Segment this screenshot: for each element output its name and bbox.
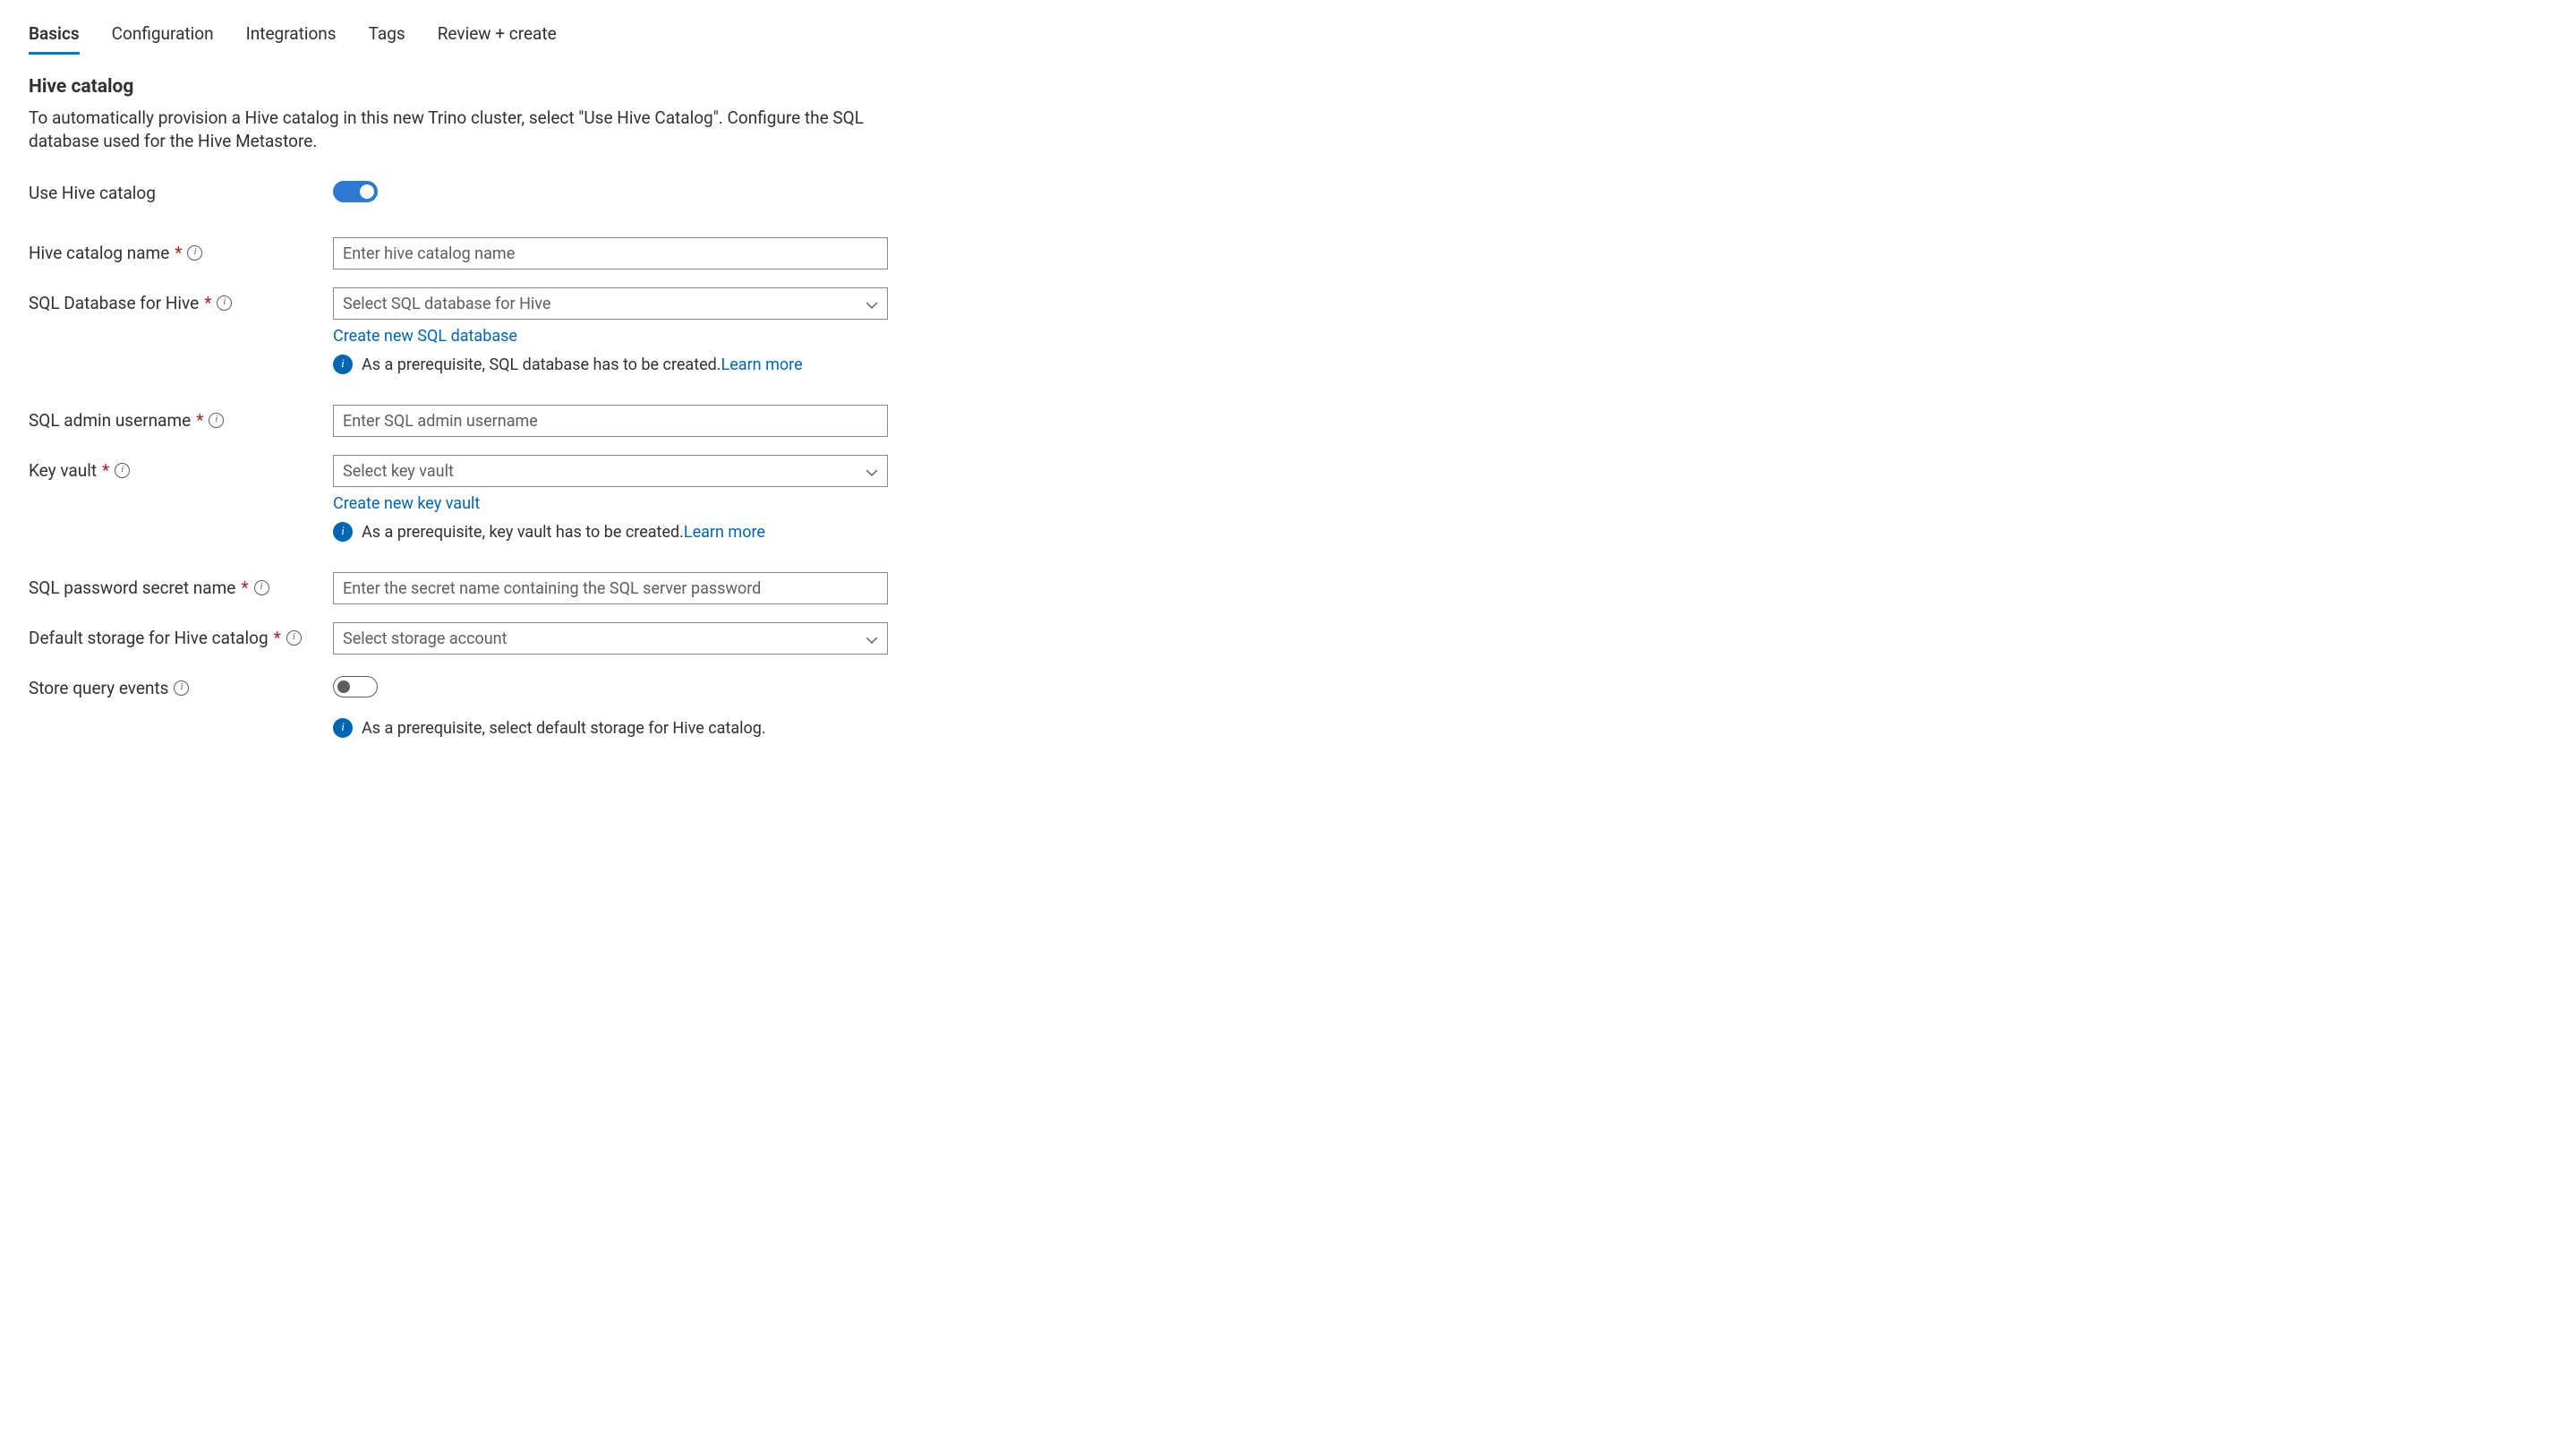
tab-tags[interactable]: Tags <box>369 18 405 55</box>
required-asterisk: * <box>196 410 203 431</box>
info-icon[interactable] <box>286 630 302 646</box>
tab-review-create[interactable]: Review + create <box>438 18 557 55</box>
chevron-down-icon <box>866 297 878 310</box>
sql-database-prereq-text: As a prerequisite, SQL database has to b… <box>362 355 721 374</box>
chevron-down-icon <box>866 632 878 645</box>
default-storage-label: Default storage for Hive catalog <box>29 628 269 648</box>
sql-database-learn-more-link[interactable]: Learn more <box>721 355 803 374</box>
sql-password-secret-input[interactable] <box>333 572 888 604</box>
section-description: To automatically provision a Hive catalo… <box>29 107 879 152</box>
info-icon[interactable] <box>115 463 130 478</box>
info-icon[interactable] <box>174 680 189 696</box>
tab-basics[interactable]: Basics <box>29 18 80 55</box>
sql-database-placeholder: Select SQL database for Hive <box>343 295 550 313</box>
store-query-events-toggle[interactable] <box>333 676 378 697</box>
default-storage-placeholder: Select storage account <box>343 629 508 648</box>
sql-password-secret-label: SQL password secret name <box>29 578 235 598</box>
key-vault-learn-more-link[interactable]: Learn more <box>684 523 765 542</box>
default-storage-select[interactable]: Select storage account <box>333 622 888 655</box>
info-icon[interactable] <box>187 245 202 261</box>
use-hive-catalog-label: Use Hive catalog <box>29 183 156 203</box>
required-asterisk: * <box>204 293 211 313</box>
tabs-bar: Basics Configuration Integrations Tags R… <box>29 18 2547 55</box>
info-badge-icon <box>333 355 353 374</box>
sql-admin-username-input[interactable] <box>333 405 888 437</box>
info-icon[interactable] <box>209 413 224 428</box>
tab-integrations[interactable]: Integrations <box>246 18 337 55</box>
key-vault-placeholder: Select key vault <box>343 462 454 481</box>
info-icon[interactable] <box>217 295 232 311</box>
info-badge-icon <box>333 522 353 542</box>
use-hive-catalog-toggle[interactable] <box>333 181 378 202</box>
required-asterisk: * <box>175 243 182 263</box>
key-vault-prereq-text: As a prerequisite, key vault has to be c… <box>362 523 684 542</box>
required-asterisk: * <box>241 578 248 598</box>
store-query-events-prereq-text: As a prerequisite, select default storag… <box>362 719 766 738</box>
create-key-vault-link[interactable]: Create new key vault <box>333 494 480 513</box>
hive-catalog-name-input[interactable] <box>333 237 888 270</box>
section-title: Hive catalog <box>29 76 2547 98</box>
sql-database-label: SQL Database for Hive <box>29 293 199 313</box>
store-query-events-label: Store query events <box>29 678 168 698</box>
info-badge-icon <box>333 718 353 738</box>
key-vault-select[interactable]: Select key vault <box>333 455 888 487</box>
info-icon[interactable] <box>254 580 269 595</box>
required-asterisk: * <box>102 460 109 481</box>
create-sql-database-link[interactable]: Create new SQL database <box>333 327 517 346</box>
required-asterisk: * <box>274 628 281 648</box>
sql-admin-username-label: SQL admin username <box>29 410 191 431</box>
chevron-down-icon <box>866 465 878 477</box>
tab-configuration[interactable]: Configuration <box>112 18 214 55</box>
hive-catalog-name-label: Hive catalog name <box>29 243 169 263</box>
key-vault-label: Key vault <box>29 460 97 481</box>
sql-database-select[interactable]: Select SQL database for Hive <box>333 287 888 320</box>
